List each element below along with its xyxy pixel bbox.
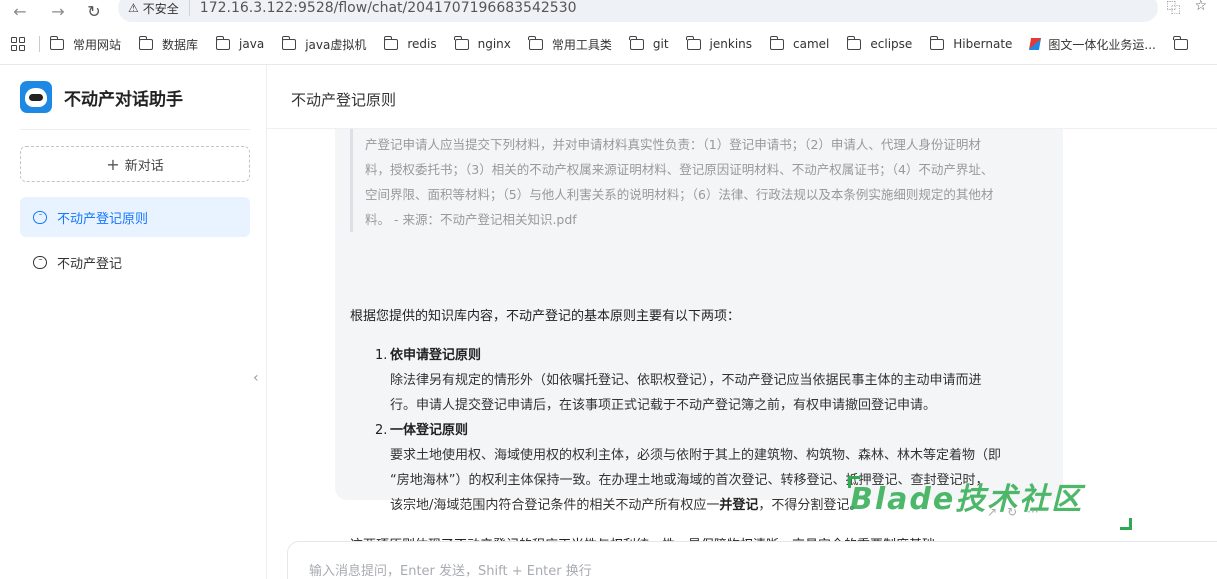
folder-icon bbox=[929, 35, 945, 50]
browser-toolbar: ← → ↻ ⚠ 不安全 172.16.3.122:9528/flow/chat/… bbox=[0, 0, 1217, 23]
principle-line: 行。申请人提交登记申请后，在该事项正式记载于不动产登记簿之前，有权申请撤回登记申… bbox=[390, 398, 937, 413]
new-chat-label: 新对话 bbox=[124, 158, 164, 174]
site-favicon-icon bbox=[1029, 38, 1042, 50]
folder-icon bbox=[215, 35, 231, 50]
bookmark-folder[interactable]: camel bbox=[769, 35, 829, 51]
bookmark-folder[interactable]: Hibernate bbox=[929, 35, 1012, 51]
bookmark-folder[interactable]: 常用网站 bbox=[49, 35, 121, 53]
back-arrow-icon[interactable]: ← bbox=[8, 2, 32, 21]
principle-title: 一体登记原则 bbox=[390, 423, 469, 438]
conversation-item[interactable]: ··· 不动产登记原则 bbox=[20, 197, 250, 237]
answer-intro: 根据您提供的知识库内容，不动产登记的基本原则主要有以下两项： bbox=[350, 309, 741, 324]
bookmark-star-icon[interactable]: ☆ bbox=[1194, 0, 1207, 18]
regenerate-icon[interactable]: ↻ bbox=[1007, 505, 1017, 519]
chat-main: 不动产登记原则 产登记申请人应当提交下列材料，并对申请材料真实性负责：（1）登记… bbox=[267, 65, 1217, 579]
apps-grid-icon[interactable] bbox=[11, 37, 25, 51]
folder-icon bbox=[454, 35, 469, 50]
bookmarks-divider bbox=[39, 36, 40, 52]
quote-line: 空间界限、面积等材料；（5）与他人利害关系的说明材料；（6）法律、行政法规以及本… bbox=[365, 187, 994, 202]
list-number: 1. bbox=[375, 348, 388, 363]
translate-icon[interactable]: ⿻ bbox=[1166, 0, 1180, 18]
warning-icon: ⚠ bbox=[128, 1, 139, 15]
principles-list: 1. 依申请登记原则 除法律另有规定的情形外（如依嘱托登记、依职权登记），不动产… bbox=[375, 343, 1050, 518]
quote-line: 产登记申请人应当提交下列材料，并对申请材料真实性负责：（1）登记申请书；（2）申… bbox=[365, 137, 981, 152]
folder-icon bbox=[629, 35, 644, 50]
app-root: 不动产对话助手 + 新对话 ··· 不动产登记原则 ··· 不动产登记 ‹ 不动… bbox=[0, 64, 1217, 579]
folder-icon bbox=[49, 35, 64, 50]
reload-icon[interactable]: ↻ bbox=[82, 2, 106, 21]
security-indicator[interactable]: ⚠ 不安全 bbox=[128, 0, 190, 16]
conversation-label: 不动产登记原则 bbox=[57, 211, 149, 227]
bookmark-folder[interactable]: eclipse bbox=[846, 35, 912, 51]
app-name: 不动产对话助手 bbox=[64, 89, 183, 110]
new-chat-button[interactable]: + 新对话 bbox=[20, 146, 250, 182]
bookmark-folder-overflow[interactable] bbox=[1173, 35, 1197, 50]
more-icon[interactable]: ··· bbox=[1027, 505, 1038, 519]
bookmarks-bar: 常用网站 数据库 java java虚拟机 redis nginx 常用工具类 … bbox=[0, 31, 1217, 57]
forward-arrow-icon[interactable]: → bbox=[46, 2, 70, 21]
bookmark-link[interactable]: 图文一体化业务运... bbox=[1029, 36, 1156, 53]
bookmark-folder[interactable]: nginx bbox=[454, 35, 511, 51]
quote-line: 料。 - 来源：不动产登记相关知识.pdf bbox=[365, 212, 577, 227]
conversation-label: 不动产登记 bbox=[57, 256, 123, 272]
list-item: 2. 一体登记原则 要求土地使用权、海域使用权的权利主体，必须与依附于其上的建筑… bbox=[375, 418, 1050, 518]
message-actions: ↗ ↻ ··· bbox=[987, 505, 1039, 519]
folder-icon bbox=[528, 35, 543, 50]
plus-icon: + bbox=[106, 154, 120, 174]
folder-icon bbox=[686, 35, 701, 50]
chevron-left-icon[interactable]: ‹ bbox=[253, 370, 259, 386]
bold-text: 并登记 bbox=[719, 498, 759, 513]
principle-line: 要求土地使用权、海域使用权的权利主体，必须与依附于其上的建筑物、构筑物、森林、林… bbox=[390, 448, 1002, 463]
chat-bubble-icon: ··· bbox=[33, 210, 47, 224]
bookmark-folder[interactable]: jenkins bbox=[686, 35, 752, 51]
sidebar: 不动产对话助手 + 新对话 ··· 不动产登记原则 ··· 不动产登记 ‹ bbox=[0, 65, 267, 579]
address-bar[interactable]: ⚠ 不安全 172.16.3.122:9528/flow/chat/204170… bbox=[118, 0, 1158, 22]
folder-icon bbox=[383, 35, 399, 50]
bookmark-folder[interactable]: 数据库 bbox=[138, 35, 198, 53]
folder-icon bbox=[1173, 35, 1188, 50]
folder-icon bbox=[138, 35, 154, 50]
principle-line: 除法律另有规定的情形外（如依嘱托登记、依职权登记），不动产登记应当依据民事主体的… bbox=[390, 373, 982, 388]
source-quote: 产登记申请人应当提交下列材料，并对申请材料真实性负责：（1）登记申请书；（2）申… bbox=[350, 129, 1050, 232]
conversation-item[interactable]: ··· 不动产登记 bbox=[20, 242, 250, 282]
bookmark-folder[interactable]: java虚拟机 bbox=[281, 35, 366, 53]
url-text[interactable]: 172.16.3.122:9528/flow/chat/204170719668… bbox=[200, 0, 577, 16]
principle-line: “房地海林”）的权利主体保持一致。在办理土地或海域的首次登记、转移登记、抵押登记… bbox=[390, 473, 989, 488]
folder-icon bbox=[281, 35, 297, 50]
folder-icon bbox=[769, 35, 785, 50]
divider bbox=[20, 129, 250, 130]
brand: 不动产对话助手 bbox=[20, 81, 183, 113]
bookmark-folder[interactable]: git bbox=[629, 35, 669, 51]
message-input[interactable]: 输入消息提问，Enter 发送，Shift + Enter 换行 bbox=[287, 541, 1217, 579]
bookmark-folder[interactable]: java bbox=[215, 35, 264, 51]
chat-title: 不动产登记原则 bbox=[291, 91, 397, 109]
insecure-label: 不安全 bbox=[142, 1, 179, 16]
list-number: 2. bbox=[375, 423, 388, 438]
bookmark-folder[interactable]: redis bbox=[383, 35, 437, 51]
chat-bubble-icon: ··· bbox=[33, 255, 47, 269]
quote-line: 料，授权委托书；（3）相关的不动产权属来源证明材料、登记原因证明材料、不动产权属… bbox=[365, 162, 994, 177]
principle-line: 该宗地/海域范围内符合登记条件的相关不动产所有权应一并登记，不得分割登记。 bbox=[390, 498, 863, 513]
folder-icon bbox=[846, 35, 862, 50]
robot-logo-icon bbox=[20, 81, 52, 113]
list-item: 1. 依申请登记原则 除法律另有规定的情形外（如依嘱托登记、依职权登记），不动产… bbox=[375, 343, 1050, 418]
assistant-message: 产登记申请人应当提交下列材料，并对申请材料真实性负责：（1）登记申请书；（2）申… bbox=[335, 129, 1063, 553]
principle-title: 依申请登记原则 bbox=[390, 348, 482, 363]
expand-icon[interactable]: ↗ bbox=[987, 505, 997, 519]
bookmark-folder[interactable]: 常用工具类 bbox=[528, 35, 612, 53]
